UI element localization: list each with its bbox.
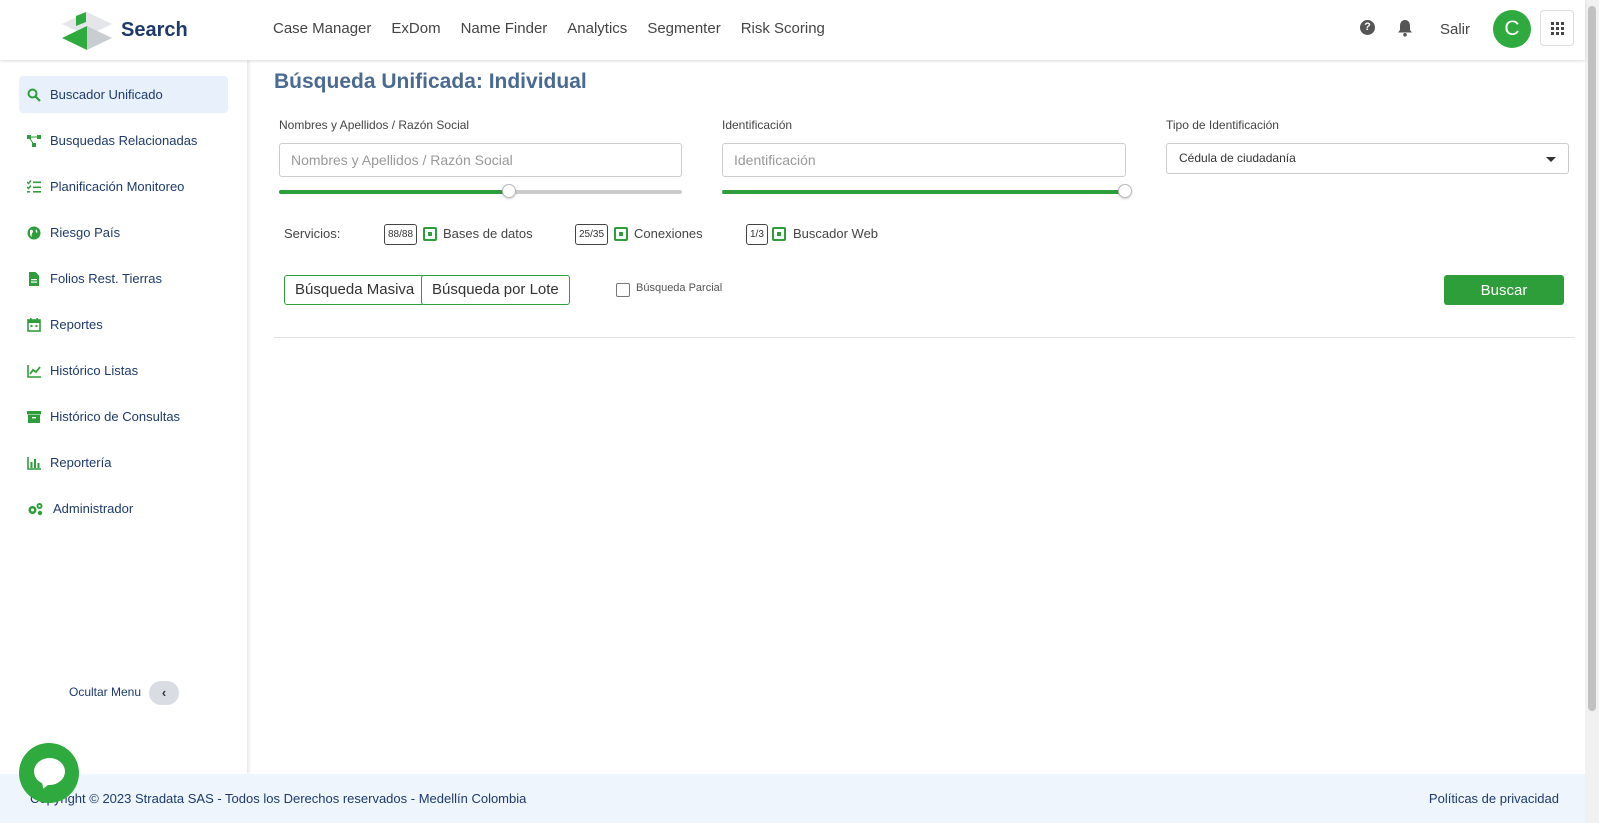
service-count-badge: 88/88 xyxy=(384,224,418,245)
sidebar-item-label: Reportes xyxy=(50,317,103,332)
sidebar-item-label: Histórico de Consultas xyxy=(50,409,181,424)
service-checkbox-connections[interactable] xyxy=(614,227,628,241)
grid-icon xyxy=(1551,22,1564,35)
service-count-badge: 1/3 xyxy=(746,224,768,245)
sidebar: Buscador Unificado Busquedas Relacionada… xyxy=(0,60,247,774)
search-button[interactable]: Buscar xyxy=(1444,275,1564,305)
slider-handle[interactable] xyxy=(501,184,516,198)
batch-search-button[interactable]: Búsqueda por Lote xyxy=(421,275,570,305)
bar-chart-icon xyxy=(27,456,41,470)
copyright-text: Copyright © 2023 Stradata SAS - Todos lo… xyxy=(30,791,527,806)
privacy-policy-link[interactable]: Políticas de privacidad xyxy=(1429,791,1559,806)
sidebar-item-riesgo-pais[interactable]: Riesgo País xyxy=(19,214,228,251)
id-type-value: Cédula de ciudadanía xyxy=(1179,151,1296,165)
logo-icon[interactable] xyxy=(62,12,112,50)
top-bar: Search Case Manager ExDom Name Finder An… xyxy=(0,0,1585,60)
network-icon xyxy=(27,134,41,147)
line-chart-icon xyxy=(27,364,41,378)
id-similarity-slider[interactable] xyxy=(722,184,1132,198)
avatar[interactable]: C xyxy=(1493,10,1531,48)
sidebar-item-buscador-unificado[interactable]: Buscador Unificado xyxy=(19,76,228,113)
sidebar-item-label: Busquedas Relacionadas xyxy=(50,133,198,148)
sidebar-item-label: Histórico Listas xyxy=(50,363,139,378)
checklist-icon xyxy=(27,179,41,193)
nav-analytics[interactable]: Analytics xyxy=(567,20,627,37)
partial-search-label: Búsqueda Parcial xyxy=(636,282,723,294)
footer: Copyright © 2023 Stradata SAS - Todos lo… xyxy=(0,774,1585,823)
name-field-label: Nombres y Apellidos / Razón Social xyxy=(279,118,470,132)
archive-icon xyxy=(27,410,41,423)
globe-icon xyxy=(27,226,41,239)
services-label: Servicios: xyxy=(284,226,341,241)
nav-exdom[interactable]: ExDom xyxy=(391,20,440,37)
nav-name-finder[interactable]: Name Finder xyxy=(461,20,548,37)
calendar-icon xyxy=(27,317,41,332)
sidebar-item-label: Planificación Monitoreo xyxy=(50,179,185,194)
id-input[interactable] xyxy=(722,143,1126,177)
service-label-connections: Conexiones xyxy=(634,226,703,241)
name-similarity-slider[interactable] xyxy=(279,184,682,198)
search-icon xyxy=(27,88,41,102)
name-input[interactable] xyxy=(279,143,682,177)
hide-menu-label[interactable]: Ocultar Menu xyxy=(69,685,141,699)
nav-case-manager[interactable]: Case Manager xyxy=(273,20,371,37)
slider-fill xyxy=(279,190,509,194)
partial-search-checkbox[interactable] xyxy=(616,283,630,297)
help-icon[interactable]: ? xyxy=(1360,20,1375,35)
slider-fill xyxy=(722,190,1125,194)
logout-link[interactable]: Salir xyxy=(1440,21,1470,38)
sidebar-item-historico-listas[interactable]: Histórico Listas xyxy=(19,352,228,389)
vertical-scrollbar[interactable] xyxy=(1585,0,1599,823)
id-type-select[interactable]: Cédula de ciudadanía xyxy=(1166,143,1569,174)
sidebar-item-label: Buscador Unificado xyxy=(50,87,163,102)
apps-menu-button[interactable] xyxy=(1540,10,1574,46)
page-title: Búsqueda Unificada: Individual xyxy=(274,70,587,93)
hide-menu-button[interactable]: ‹ xyxy=(149,681,179,705)
sidebar-item-label: Riesgo País xyxy=(50,225,121,240)
divider xyxy=(274,337,1575,338)
id-field-label: Identificación xyxy=(722,118,793,132)
bulk-search-button[interactable]: Búsqueda Masiva xyxy=(284,275,426,305)
service-label-databases: Bases de datos xyxy=(443,226,533,241)
service-label-web-search: Buscador Web xyxy=(793,226,879,241)
chat-button[interactable] xyxy=(19,743,79,803)
sidebar-item-reporteria[interactable]: Reportería xyxy=(19,444,228,481)
sidebar-item-busquedas-relacionadas[interactable]: Busquedas Relacionadas xyxy=(19,122,228,159)
service-count-badge: 25/35 xyxy=(575,224,609,245)
gears-icon xyxy=(28,502,43,515)
sidebar-item-label: Reportería xyxy=(50,455,112,470)
sidebar-item-administrador[interactable]: Administrador xyxy=(19,490,228,527)
nav-risk-scoring[interactable]: Risk Scoring xyxy=(741,20,825,37)
sidebar-item-reportes[interactable]: Reportes xyxy=(19,306,228,343)
id-type-label: Tipo de Identificación xyxy=(1166,118,1279,132)
sidebar-item-label: Administrador xyxy=(53,501,134,516)
brand-name[interactable]: Search xyxy=(121,19,188,42)
bell-icon[interactable] xyxy=(1397,19,1413,37)
chevron-left-icon: ‹ xyxy=(161,685,167,700)
top-navigation: Case Manager ExDom Name Finder Analytics… xyxy=(273,20,825,37)
service-checkbox-web-search[interactable] xyxy=(772,227,786,241)
sidebar-item-folios-rest-tierras[interactable]: Folios Rest. Tierras xyxy=(19,260,228,297)
sidebar-item-historico-consultas[interactable]: Histórico de Consultas xyxy=(19,398,228,435)
sidebar-item-planificacion-monitoreo[interactable]: Planificación Monitoreo xyxy=(19,168,228,205)
service-checkbox-databases[interactable] xyxy=(423,227,437,241)
sidebar-item-label: Folios Rest. Tierras xyxy=(50,271,162,286)
caret-down-icon xyxy=(1546,157,1556,162)
scrollbar-thumb[interactable] xyxy=(1588,6,1596,711)
nav-segmenter[interactable]: Segmenter xyxy=(647,20,720,37)
slider-handle[interactable] xyxy=(1118,184,1132,198)
file-icon xyxy=(29,271,39,286)
